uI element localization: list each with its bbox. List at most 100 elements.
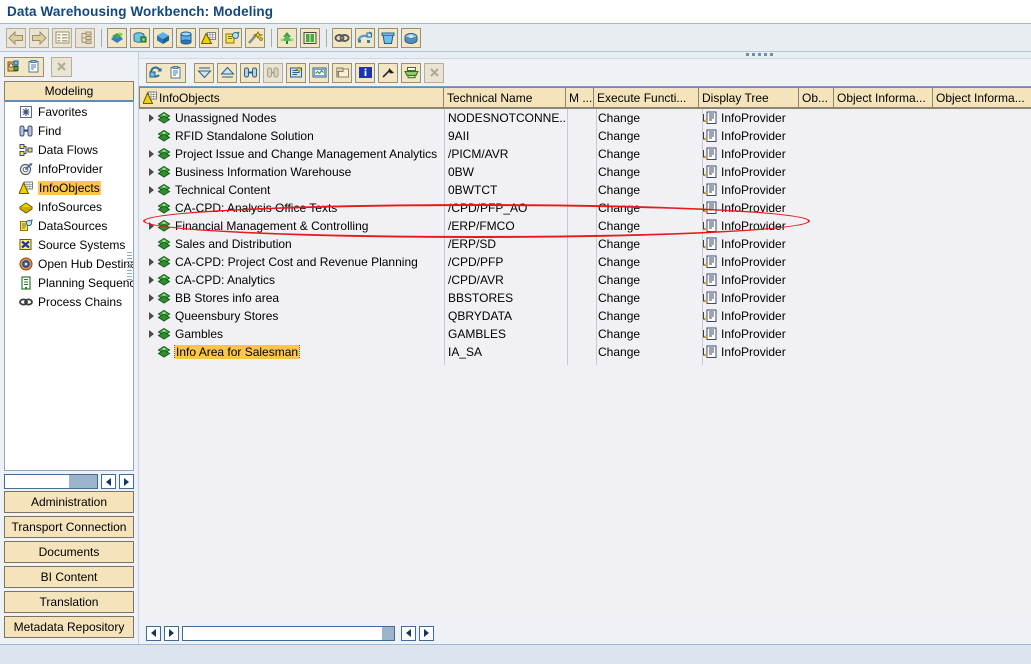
cell-execute-function[interactable]: Change (594, 165, 699, 179)
wizard-icon[interactable] (245, 27, 265, 48)
cell-name[interactable]: Technical Content (139, 183, 444, 197)
find-icon[interactable] (240, 62, 260, 83)
panel-splitter[interactable] (139, 52, 1031, 59)
cell-name[interactable]: Queensbury Stores (139, 309, 444, 323)
datasource-icon[interactable] (222, 27, 242, 48)
grid-scrollbar-track[interactable] (182, 625, 395, 641)
table-row[interactable]: Gambles GAMBLES Change InfoProvider (139, 325, 1031, 343)
cell-execute-function[interactable]: Change (594, 219, 699, 233)
grid-scroll-right-button[interactable] (164, 625, 179, 641)
link-icon[interactable] (332, 27, 352, 48)
grid-column-header-tech[interactable]: Technical Name (444, 87, 566, 108)
sidebar-item-infoprovider[interactable]: InfoProvider (5, 159, 133, 178)
cell-execute-function[interactable]: Change (594, 237, 699, 251)
cell-name[interactable]: Info Area for Salesman (139, 345, 444, 359)
table-row[interactable]: BB Stores info area BBSTORES Change InfoPro… (139, 289, 1031, 307)
sidebar-item-source-systems[interactable]: Source Systems (5, 235, 133, 254)
expand-arrow-icon[interactable] (145, 114, 157, 122)
cell-name[interactable]: CA-CPD: Project Cost and Revenue Plannin… (139, 255, 444, 269)
cell-name[interactable]: Financial Management & Controlling (139, 219, 444, 233)
cell-execute-function[interactable]: Change (594, 327, 699, 341)
metadata-icon[interactable] (401, 27, 421, 48)
cell-display-tree[interactable]: InfoProvider (699, 219, 799, 233)
save-icon[interactable] (300, 27, 320, 48)
cell-name[interactable]: Business Information Warehouse (139, 165, 444, 179)
infoobject-icon[interactable] (199, 27, 219, 48)
cell-execute-function[interactable]: Change (594, 291, 699, 305)
sidebar-button-documents[interactable]: Documents (4, 541, 134, 563)
delete-icon[interactable] (378, 27, 398, 48)
print-icon[interactable] (401, 62, 421, 83)
transport-icon[interactable] (355, 27, 375, 48)
grid-column-header-name[interactable]: InfoObjects (139, 87, 444, 108)
folder-icon[interactable] (332, 62, 352, 83)
sidebar-item-favorites[interactable]: Favorites (5, 102, 133, 121)
cell-execute-function[interactable]: Change (594, 309, 699, 323)
table-row[interactable]: Project Issue and Change Management Anal… (139, 145, 1031, 163)
cell-display-tree[interactable]: InfoProvider (699, 183, 799, 197)
cell-name[interactable]: RFID Standalone Solution (139, 129, 444, 143)
cell-name[interactable]: Unassigned Nodes (139, 111, 444, 125)
table-row[interactable]: CA-CPD: Analysis Office Texts/CPD/PFP_AO… (139, 199, 1031, 217)
cell-display-tree[interactable]: InfoProvider (699, 147, 799, 161)
sidebar-tree-scrollbar[interactable] (127, 252, 132, 282)
cell-display-tree[interactable]: InfoProvider (699, 255, 799, 269)
sidebar-button-bi-content[interactable]: BI Content (4, 566, 134, 588)
cell-display-tree[interactable]: InfoProvider (699, 309, 799, 323)
grid-column-header-tree[interactable]: Display Tree (699, 87, 799, 108)
sidebar-item-planning-sequences[interactable]: Planning Sequences (5, 273, 133, 292)
list-icon[interactable] (52, 27, 72, 48)
notes-icon[interactable] (24, 58, 43, 76)
sidebar-item-infoobjects[interactable]: InfoObjects (5, 178, 133, 197)
cancel-icon[interactable] (424, 62, 444, 83)
sidebar-item-datasources[interactable]: DataSources (5, 216, 133, 235)
cell-execute-function[interactable]: Change (594, 129, 699, 143)
expand-arrow-icon[interactable] (145, 294, 157, 302)
clipboard-icon[interactable] (166, 64, 185, 82)
expand-arrow-icon[interactable] (145, 330, 157, 338)
scrollbar-thumb[interactable] (69, 475, 97, 488)
infoprovider-icon[interactable] (130, 27, 150, 48)
cell-display-tree[interactable]: InfoProvider (699, 273, 799, 287)
add-item-icon[interactable] (286, 62, 306, 83)
cell-execute-function[interactable]: Change (594, 201, 699, 215)
expand-all-icon[interactable] (194, 62, 214, 83)
sidebar-horizontal-scrollbar[interactable] (4, 474, 134, 489)
table-row[interactable]: Business Information Warehouse 0BW Change I… (139, 163, 1031, 181)
scroll-left-button[interactable] (101, 474, 116, 489)
pin-icon[interactable] (378, 62, 398, 83)
refresh-icon[interactable] (147, 64, 166, 82)
cell-execute-function[interactable]: Change (594, 147, 699, 161)
cell-execute-function[interactable]: Change (594, 111, 699, 125)
grid-column-header-m[interactable]: M ... (566, 87, 594, 108)
sidebar-button-administration[interactable]: Administration (4, 491, 134, 513)
display-icon[interactable] (309, 62, 329, 83)
grid-column-header-ob[interactable]: Ob... (799, 87, 834, 108)
grid-column-header-objinfo1[interactable]: Object Informa... (834, 87, 933, 108)
cell-display-tree[interactable]: InfoProvider (699, 201, 799, 215)
sidebar-button-translation[interactable]: Translation (4, 591, 134, 613)
forward-icon[interactable] (29, 27, 49, 48)
table-row[interactable]: Unassigned Nodes NODESNOTCONNE... Change In… (139, 109, 1031, 127)
grid-scroll-left-button[interactable] (146, 625, 161, 641)
cell-display-tree[interactable]: InfoProvider (699, 345, 799, 359)
hierarchy-icon[interactable] (75, 27, 95, 48)
cell-execute-function[interactable]: Change (594, 255, 699, 269)
cell-display-tree[interactable]: InfoProvider (699, 165, 799, 179)
infoarea-icon[interactable] (107, 27, 127, 48)
cell-display-tree[interactable]: InfoProvider (699, 291, 799, 305)
expand-arrow-icon[interactable] (145, 312, 157, 320)
back-icon[interactable] (6, 27, 26, 48)
cell-display-tree[interactable]: InfoProvider (699, 111, 799, 125)
table-row[interactable]: Technical Content 0BWTCT Change InfoProvide… (139, 181, 1031, 199)
table-row[interactable]: CA-CPD: Project Cost and Revenue Plannin… (139, 253, 1031, 271)
cell-name[interactable]: CA-CPD: Analytics (139, 273, 444, 287)
cell-name[interactable]: BB Stores info area (139, 291, 444, 305)
find-next-icon[interactable] (263, 62, 283, 83)
sidebar-item-find[interactable]: Find (5, 121, 133, 140)
expand-arrow-icon[interactable] (145, 150, 157, 158)
cell-name[interactable]: Sales and Distribution (139, 237, 444, 251)
expand-arrow-icon[interactable] (145, 258, 157, 266)
sidebar-button-transport-connection[interactable]: Transport Connection (4, 516, 134, 538)
table-row[interactable]: Sales and Distribution/ERP/SD Change InfoP… (139, 235, 1031, 253)
